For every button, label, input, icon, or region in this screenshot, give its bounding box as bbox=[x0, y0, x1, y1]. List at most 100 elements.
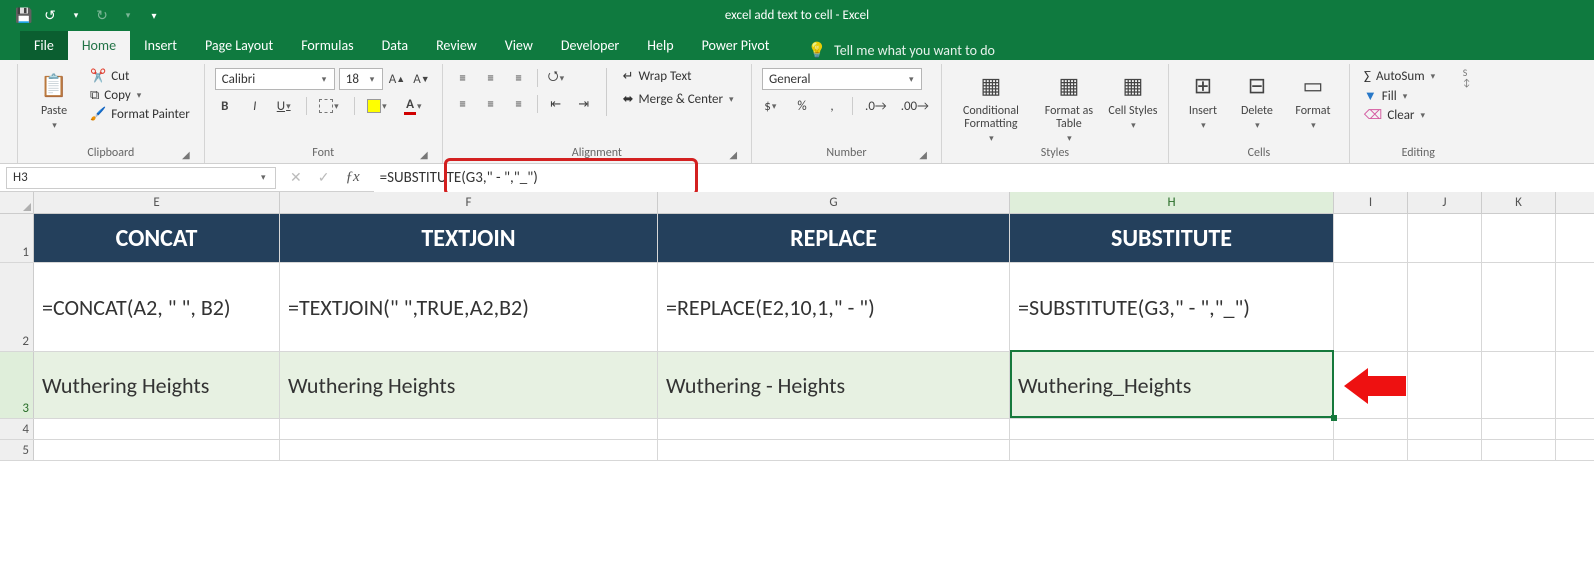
col-header-j[interactable]: J bbox=[1408, 192, 1482, 213]
col-header-f[interactable]: F bbox=[280, 192, 658, 213]
cell-g5[interactable] bbox=[658, 440, 1010, 460]
tab-data[interactable]: Data bbox=[368, 31, 422, 60]
underline-button[interactable]: U▾ bbox=[275, 96, 296, 116]
cell-e1[interactable]: CONCAT bbox=[34, 214, 280, 262]
fill-button[interactable]: ▼Fill▾ bbox=[1360, 87, 1443, 105]
merge-center-button[interactable]: ⬌Merge & Center▾ bbox=[619, 91, 741, 108]
align-middle-button[interactable]: ≡ bbox=[481, 68, 501, 88]
format-as-table-button[interactable]: ▦Format as Table▾ bbox=[1036, 68, 1102, 144]
cell-h3[interactable]: Wuthering_Heights bbox=[1010, 352, 1334, 418]
redo-dd[interactable]: ▾ bbox=[116, 3, 140, 27]
insert-cells-button[interactable]: ⊞Insert▾ bbox=[1179, 68, 1227, 131]
align-left-button[interactable]: ≡ bbox=[453, 94, 473, 114]
paste-button[interactable]: 📋 Paste ▾ bbox=[28, 68, 80, 131]
cell-i2[interactable] bbox=[1334, 263, 1408, 351]
tab-file[interactable]: File bbox=[20, 31, 68, 60]
format-painter-button[interactable]: 🖌️Format Painter bbox=[86, 106, 194, 123]
tell-me[interactable]: 💡 Tell me what you want to do bbox=[807, 41, 994, 60]
cell-f4[interactable] bbox=[280, 419, 658, 439]
alignment-dialog-launcher[interactable]: ◢ bbox=[729, 148, 737, 161]
delete-cells-button[interactable]: ⊟Delete▾ bbox=[1233, 68, 1281, 131]
percent-format-button[interactable]: % bbox=[792, 96, 812, 116]
col-header-e[interactable]: E bbox=[34, 192, 280, 213]
cell-i1[interactable] bbox=[1334, 214, 1408, 262]
cell-k1[interactable] bbox=[1482, 214, 1556, 262]
tab-formulas[interactable]: Formulas bbox=[287, 31, 367, 60]
cell-styles-button[interactable]: ▦Cell Styles▾ bbox=[1108, 68, 1158, 131]
tab-pagelayout[interactable]: Page Layout bbox=[191, 31, 287, 60]
cell-j1[interactable] bbox=[1408, 214, 1482, 262]
autosum-button[interactable]: ∑AutoSum▾ bbox=[1360, 68, 1443, 85]
selection-handle[interactable] bbox=[1331, 415, 1337, 421]
cell-k2[interactable] bbox=[1482, 263, 1556, 351]
redo-icon[interactable]: ↻ bbox=[90, 3, 114, 27]
tab-insert[interactable]: Insert bbox=[130, 31, 191, 60]
cell-j5[interactable] bbox=[1408, 440, 1482, 460]
cell-k4[interactable] bbox=[1482, 419, 1556, 439]
decrease-indent-button[interactable]: ⇤ bbox=[546, 94, 566, 114]
shrink-font-button[interactable]: A▼ bbox=[411, 69, 431, 89]
col-header-h[interactable]: H bbox=[1010, 192, 1334, 213]
align-bottom-button[interactable]: ≡ bbox=[509, 68, 529, 88]
name-box[interactable]: H3▾ bbox=[6, 167, 276, 189]
cell-j3[interactable] bbox=[1408, 352, 1482, 418]
format-cells-button[interactable]: ▭Format▾ bbox=[1287, 68, 1339, 131]
col-header-i[interactable]: I bbox=[1334, 192, 1408, 213]
cell-f5[interactable] bbox=[280, 440, 658, 460]
col-header-g[interactable]: G bbox=[658, 192, 1010, 213]
cell-e3[interactable]: Wuthering Heights bbox=[34, 352, 280, 418]
cell-h1[interactable]: SUBSTITUTE bbox=[1010, 214, 1334, 262]
align-center-button[interactable]: ≡ bbox=[481, 94, 501, 114]
copy-button[interactable]: ⧉Copy▾ bbox=[86, 87, 194, 104]
undo-icon[interactable]: ↺ bbox=[38, 3, 62, 27]
col-header-k[interactable]: K bbox=[1482, 192, 1556, 213]
cell-k3[interactable] bbox=[1482, 352, 1556, 418]
cell-f1[interactable]: TEXTJOIN bbox=[280, 214, 658, 262]
cell-h2[interactable]: =SUBSTITUTE(G3," - ","_") bbox=[1010, 263, 1334, 351]
cell-i4[interactable] bbox=[1334, 419, 1408, 439]
clear-button[interactable]: ⌫Clear▾ bbox=[1360, 107, 1443, 124]
cell-g4[interactable] bbox=[658, 419, 1010, 439]
clipboard-dialog-launcher[interactable]: ◢ bbox=[182, 148, 190, 161]
cell-f3[interactable]: Wuthering Heights bbox=[280, 352, 658, 418]
row-header-4[interactable]: 4 bbox=[0, 419, 34, 439]
select-all-corner[interactable] bbox=[0, 192, 34, 213]
cell-g3[interactable]: Wuthering - Heights bbox=[658, 352, 1010, 418]
font-color-button[interactable]: A▾ bbox=[402, 96, 427, 116]
increase-decimal-button[interactable]: .0→ bbox=[863, 96, 889, 116]
row-header-2[interactable]: 2 bbox=[0, 263, 34, 351]
row-header-1[interactable]: 1 bbox=[0, 214, 34, 262]
align-right-button[interactable]: ≡ bbox=[509, 94, 529, 114]
tab-home[interactable]: Home bbox=[68, 31, 130, 60]
tab-developer[interactable]: Developer bbox=[547, 31, 633, 60]
cell-e2[interactable]: =CONCAT(A2, " ", B2) bbox=[34, 263, 280, 351]
orientation-button[interactable]: ⭯▾ bbox=[546, 68, 570, 88]
increase-indent-button[interactable]: ⇥ bbox=[574, 94, 594, 114]
cut-button[interactable]: ✂️Cut bbox=[86, 68, 194, 85]
italic-button[interactable]: I bbox=[245, 96, 265, 116]
tab-view[interactable]: View bbox=[491, 31, 547, 60]
cell-j4[interactable] bbox=[1408, 419, 1482, 439]
wrap-text-button[interactable]: ↵Wrap Text bbox=[619, 68, 741, 85]
font-name-select[interactable]: Calibri▾ bbox=[215, 68, 335, 90]
grow-font-button[interactable]: A▲ bbox=[387, 69, 407, 89]
row-header-5[interactable]: 5 bbox=[0, 440, 34, 460]
cell-g2[interactable]: =REPLACE(E2,10,1," - ") bbox=[658, 263, 1010, 351]
cell-g1[interactable]: REPLACE bbox=[658, 214, 1010, 262]
cell-h4[interactable] bbox=[1010, 419, 1334, 439]
tab-powerpivot[interactable]: Power Pivot bbox=[688, 31, 784, 60]
font-size-select[interactable]: 18▾ bbox=[339, 68, 383, 90]
cell-i5[interactable] bbox=[1334, 440, 1408, 460]
fill-color-button[interactable]: ▾ bbox=[365, 96, 392, 116]
cell-k5[interactable] bbox=[1482, 440, 1556, 460]
cell-e5[interactable] bbox=[34, 440, 280, 460]
font-dialog-launcher[interactable]: ◢ bbox=[420, 148, 428, 161]
conditional-formatting-button[interactable]: ▦Conditional Formatting▾ bbox=[952, 68, 1030, 144]
bold-button[interactable]: B bbox=[215, 96, 235, 116]
undo-dd[interactable]: ▾ bbox=[64, 3, 88, 27]
cell-e4[interactable] bbox=[34, 419, 280, 439]
borders-button[interactable]: ▾ bbox=[317, 96, 344, 116]
qat-more[interactable]: ▾ bbox=[142, 3, 166, 27]
cell-j2[interactable] bbox=[1408, 263, 1482, 351]
align-top-button[interactable]: ≡ bbox=[453, 68, 473, 88]
